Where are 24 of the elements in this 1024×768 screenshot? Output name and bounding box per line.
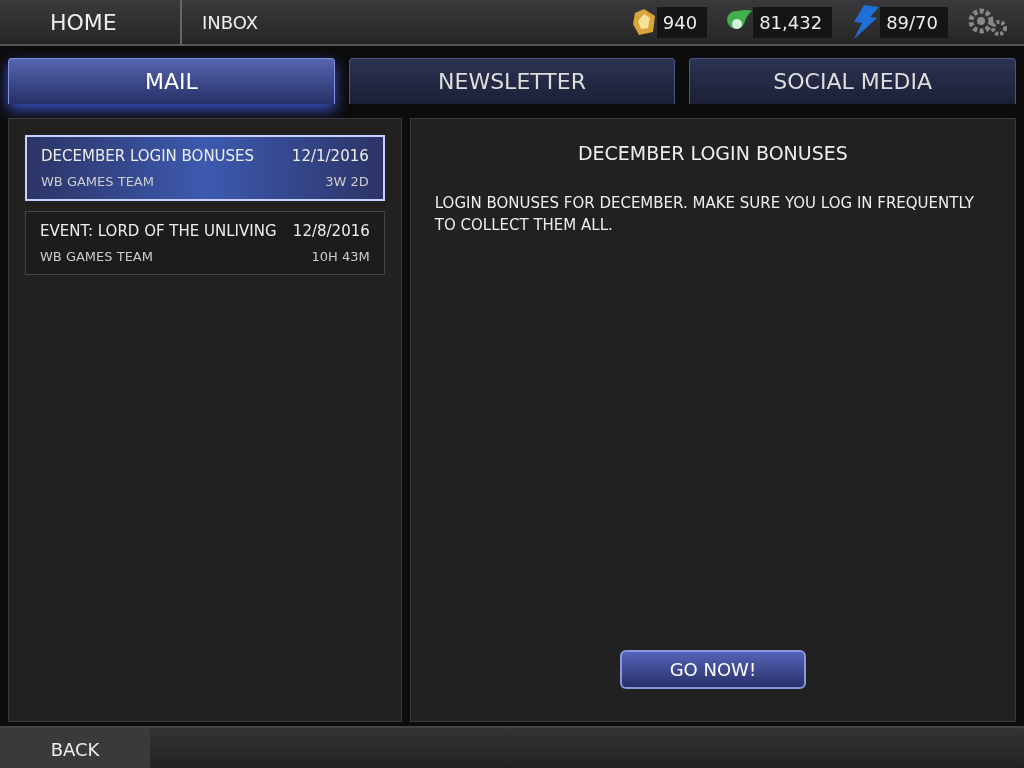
settings-icon[interactable] (966, 7, 1008, 37)
currency-amount: 81,432 (753, 6, 833, 38)
breadcrumb-label: INBOX (180, 0, 259, 45)
message-age: 3W 2D (325, 172, 369, 191)
currency-amount: 940 (656, 6, 708, 38)
home-button[interactable]: HOME (0, 5, 180, 39)
message-title: EVENT: LORD OF THE UNLIVING (40, 221, 277, 242)
back-button[interactable]: BACK (0, 728, 150, 768)
tab[interactable]: MAIL (8, 58, 335, 104)
tab[interactable]: NEWSLETTER (348, 58, 676, 104)
message-sender: WB GAMES TEAM (41, 172, 154, 191)
go-now-button[interactable]: GO NOW! (619, 650, 806, 689)
currency-amount: 89/70 (880, 6, 948, 38)
message-item[interactable]: EVENT: LORD OF THE UNLIVING 12/8/2016 WB GAMES TEAM 10H 43M (25, 211, 385, 275)
detail-title: DECEMBER LOGIN BONUSES (577, 141, 848, 166)
message-date: 12/1/2016 (291, 146, 369, 167)
message-title: DECEMBER LOGIN BONUSES (41, 146, 255, 167)
detail-body: LOGIN BONUSES FOR DECEMBER. MAKE SURE YOU LOG IN FREQUENTLY TO COLLECT THEM ALL. (433, 192, 975, 236)
message-sender: WB GAMES TEAM (40, 247, 153, 266)
message-age: 10H 43M (311, 247, 370, 266)
gem-icon (630, 8, 657, 36)
message-date: 12/8/2016 (292, 221, 370, 242)
tab[interactable]: SOCIAL MEDIA (689, 58, 1016, 104)
message-item[interactable]: DECEMBER LOGIN BONUSES 12/1/2016 WB GAMES TEAM 3W 2D (25, 135, 385, 201)
